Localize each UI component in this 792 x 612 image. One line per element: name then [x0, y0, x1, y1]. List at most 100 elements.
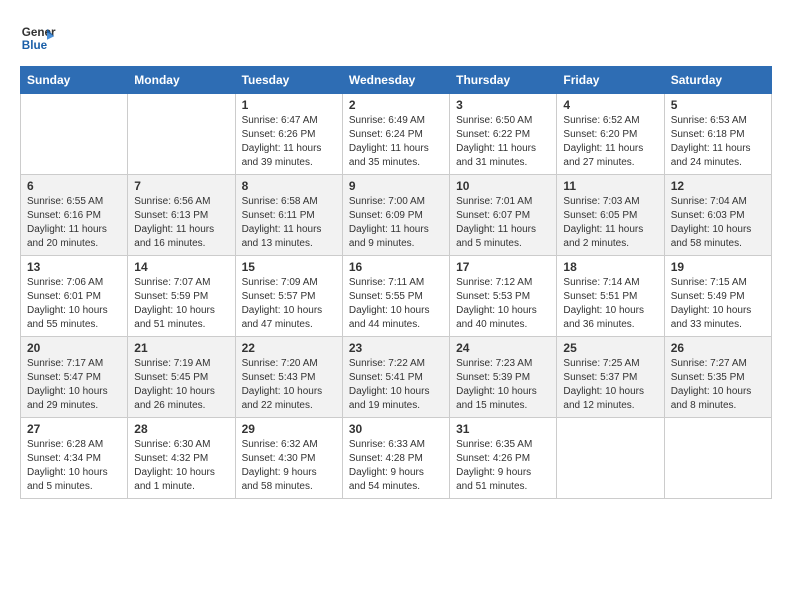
day-number: 27	[27, 422, 121, 436]
calendar-cell: 9Sunrise: 7:00 AM Sunset: 6:09 PM Daylig…	[342, 175, 449, 256]
calendar-cell: 5 Sunrise: 6:53 AM Sunset: 6:18 PM Daylig…	[664, 94, 771, 175]
day-number: 8	[242, 179, 336, 193]
weekday-header-tuesday: Tuesday	[235, 67, 342, 94]
calendar-week-row: 6 Sunrise: 6:55 AM Sunset: 6:16 PM Daylig…	[21, 175, 772, 256]
day-number: 10	[456, 179, 550, 193]
day-detail: Sunrise: 6:55 AM Sunset: 6:16 PM Dayligh…	[27, 195, 121, 251]
calendar-cell: 29 Sunrise: 6:32 AM Sunset: 4:30 PM Dayli…	[235, 418, 342, 499]
day-detail: Sunrise: 7:23 AM Sunset: 5:39 PM Dayligh…	[456, 357, 550, 413]
calendar-table: SundayMondayTuesdayWednesdayThursdayFrid…	[20, 66, 772, 499]
day-detail: Sunrise: 6:50 AM Sunset: 6:22 PM Dayligh…	[456, 114, 550, 170]
calendar-cell: 26 Sunrise: 7:27 AM Sunset: 5:35 PM Dayli…	[664, 337, 771, 418]
calendar-cell: 15Sunrise: 7:09 AM Sunset: 5:57 PM Dayli…	[235, 256, 342, 337]
day-detail: Sunrise: 7:19 AM Sunset: 5:45 PM Dayligh…	[134, 357, 228, 413]
calendar-cell: 10Sunrise: 7:01 AM Sunset: 6:07 PM Dayli…	[450, 175, 557, 256]
svg-text:Blue: Blue	[22, 39, 48, 52]
weekday-header-friday: Friday	[557, 67, 664, 94]
calendar-cell: 14Sunrise: 7:07 AM Sunset: 5:59 PM Dayli…	[128, 256, 235, 337]
calendar-week-row: 1 Sunrise: 6:47 AM Sunset: 6:26 PM Daylig…	[21, 94, 772, 175]
day-number: 3	[456, 98, 550, 112]
day-detail: Sunrise: 6:33 AM Sunset: 4:28 PM Dayligh…	[349, 438, 443, 494]
calendar-cell: 24 Sunrise: 7:23 AM Sunset: 5:39 PM Dayli…	[450, 337, 557, 418]
weekday-header-sunday: Sunday	[21, 67, 128, 94]
day-number: 31	[456, 422, 550, 436]
weekday-header-thursday: Thursday	[450, 67, 557, 94]
calendar-cell: 13 Sunrise: 7:06 AM Sunset: 6:01 PM Dayli…	[21, 256, 128, 337]
day-detail: Sunrise: 6:52 AM Sunset: 6:20 PM Dayligh…	[563, 114, 657, 170]
day-detail: Sunrise: 7:22 AM Sunset: 5:41 PM Dayligh…	[349, 357, 443, 413]
calendar-cell: 31 Sunrise: 6:35 AM Sunset: 4:26 PM Dayli…	[450, 418, 557, 499]
calendar-cell: 23 Sunrise: 7:22 AM Sunset: 5:41 PM Dayli…	[342, 337, 449, 418]
calendar-cell: 1 Sunrise: 6:47 AM Sunset: 6:26 PM Daylig…	[235, 94, 342, 175]
day-detail: Sunrise: 6:49 AM Sunset: 6:24 PM Dayligh…	[349, 114, 443, 170]
calendar-cell: 25 Sunrise: 7:25 AM Sunset: 5:37 PM Dayli…	[557, 337, 664, 418]
day-detail: Sunrise: 6:35 AM Sunset: 4:26 PM Dayligh…	[456, 438, 550, 494]
calendar-cell: 19 Sunrise: 7:15 AM Sunset: 5:49 PM Dayli…	[664, 256, 771, 337]
day-number: 22	[242, 341, 336, 355]
day-number: 26	[671, 341, 765, 355]
day-number: 29	[242, 422, 336, 436]
day-detail: Sunrise: 7:12 AM Sunset: 5:53 PM Dayligh…	[456, 276, 550, 332]
day-number: 5	[671, 98, 765, 112]
calendar-cell: 8 Sunrise: 6:58 AM Sunset: 6:11 PM Daylig…	[235, 175, 342, 256]
day-detail: Sunrise: 6:47 AM Sunset: 6:26 PM Dayligh…	[242, 114, 336, 170]
day-detail: Sunrise: 7:14 AM Sunset: 5:51 PM Dayligh…	[563, 276, 657, 332]
calendar-week-row: 13 Sunrise: 7:06 AM Sunset: 6:01 PM Dayli…	[21, 256, 772, 337]
day-number: 19	[671, 260, 765, 274]
calendar-cell: 30 Sunrise: 6:33 AM Sunset: 4:28 PM Dayli…	[342, 418, 449, 499]
day-detail: Sunrise: 7:04 AM Sunset: 6:03 PM Dayligh…	[671, 195, 765, 251]
calendar-cell: 16Sunrise: 7:11 AM Sunset: 5:55 PM Dayli…	[342, 256, 449, 337]
day-number: 12	[671, 179, 765, 193]
weekday-header-saturday: Saturday	[664, 67, 771, 94]
calendar-week-row: 27 Sunrise: 6:28 AM Sunset: 4:34 PM Dayli…	[21, 418, 772, 499]
day-number: 11	[563, 179, 657, 193]
day-number: 23	[349, 341, 443, 355]
day-number: 4	[563, 98, 657, 112]
day-number: 25	[563, 341, 657, 355]
day-detail: Sunrise: 7:06 AM Sunset: 6:01 PM Dayligh…	[27, 276, 121, 332]
calendar-cell	[128, 94, 235, 175]
calendar-cell: 22Sunrise: 7:20 AM Sunset: 5:43 PM Dayli…	[235, 337, 342, 418]
day-number: 13	[27, 260, 121, 274]
calendar-cell: 6 Sunrise: 6:55 AM Sunset: 6:16 PM Daylig…	[21, 175, 128, 256]
day-number: 6	[27, 179, 121, 193]
day-detail: Sunrise: 7:25 AM Sunset: 5:37 PM Dayligh…	[563, 357, 657, 413]
calendar-cell	[664, 418, 771, 499]
day-number: 1	[242, 98, 336, 112]
day-number: 28	[134, 422, 228, 436]
day-detail: Sunrise: 6:53 AM Sunset: 6:18 PM Dayligh…	[671, 114, 765, 170]
day-number: 17	[456, 260, 550, 274]
day-detail: Sunrise: 6:28 AM Sunset: 4:34 PM Dayligh…	[27, 438, 121, 494]
page-header: General Blue	[20, 20, 772, 56]
calendar-cell: 3 Sunrise: 6:50 AM Sunset: 6:22 PM Daylig…	[450, 94, 557, 175]
day-number: 18	[563, 260, 657, 274]
day-detail: Sunrise: 7:15 AM Sunset: 5:49 PM Dayligh…	[671, 276, 765, 332]
day-number: 24	[456, 341, 550, 355]
day-number: 2	[349, 98, 443, 112]
calendar-cell: 7 Sunrise: 6:56 AM Sunset: 6:13 PM Daylig…	[128, 175, 235, 256]
day-number: 30	[349, 422, 443, 436]
weekday-header-wednesday: Wednesday	[342, 67, 449, 94]
calendar-cell	[21, 94, 128, 175]
day-number: 7	[134, 179, 228, 193]
calendar-cell: 21Sunrise: 7:19 AM Sunset: 5:45 PM Dayli…	[128, 337, 235, 418]
weekday-header-row: SundayMondayTuesdayWednesdayThursdayFrid…	[21, 67, 772, 94]
day-detail: Sunrise: 7:27 AM Sunset: 5:35 PM Dayligh…	[671, 357, 765, 413]
calendar-cell: 17 Sunrise: 7:12 AM Sunset: 5:53 PM Dayli…	[450, 256, 557, 337]
calendar-cell: 11Sunrise: 7:03 AM Sunset: 6:05 PM Dayli…	[557, 175, 664, 256]
day-detail: Sunrise: 6:32 AM Sunset: 4:30 PM Dayligh…	[242, 438, 336, 494]
calendar-cell: 20 Sunrise: 7:17 AM Sunset: 5:47 PM Dayli…	[21, 337, 128, 418]
day-number: 15	[242, 260, 336, 274]
day-detail: Sunrise: 7:07 AM Sunset: 5:59 PM Dayligh…	[134, 276, 228, 332]
day-detail: Sunrise: 7:00 AM Sunset: 6:09 PM Dayligh…	[349, 195, 443, 251]
day-number: 20	[27, 341, 121, 355]
calendar-cell: 27 Sunrise: 6:28 AM Sunset: 4:34 PM Dayli…	[21, 418, 128, 499]
day-detail: Sunrise: 6:58 AM Sunset: 6:11 PM Dayligh…	[242, 195, 336, 251]
calendar-cell: 4 Sunrise: 6:52 AM Sunset: 6:20 PM Daylig…	[557, 94, 664, 175]
calendar-cell: 12 Sunrise: 7:04 AM Sunset: 6:03 PM Dayli…	[664, 175, 771, 256]
day-detail: Sunrise: 7:17 AM Sunset: 5:47 PM Dayligh…	[27, 357, 121, 413]
day-detail: Sunrise: 6:30 AM Sunset: 4:32 PM Dayligh…	[134, 438, 228, 494]
day-detail: Sunrise: 6:56 AM Sunset: 6:13 PM Dayligh…	[134, 195, 228, 251]
weekday-header-monday: Monday	[128, 67, 235, 94]
logo-icon: General Blue	[20, 20, 56, 56]
